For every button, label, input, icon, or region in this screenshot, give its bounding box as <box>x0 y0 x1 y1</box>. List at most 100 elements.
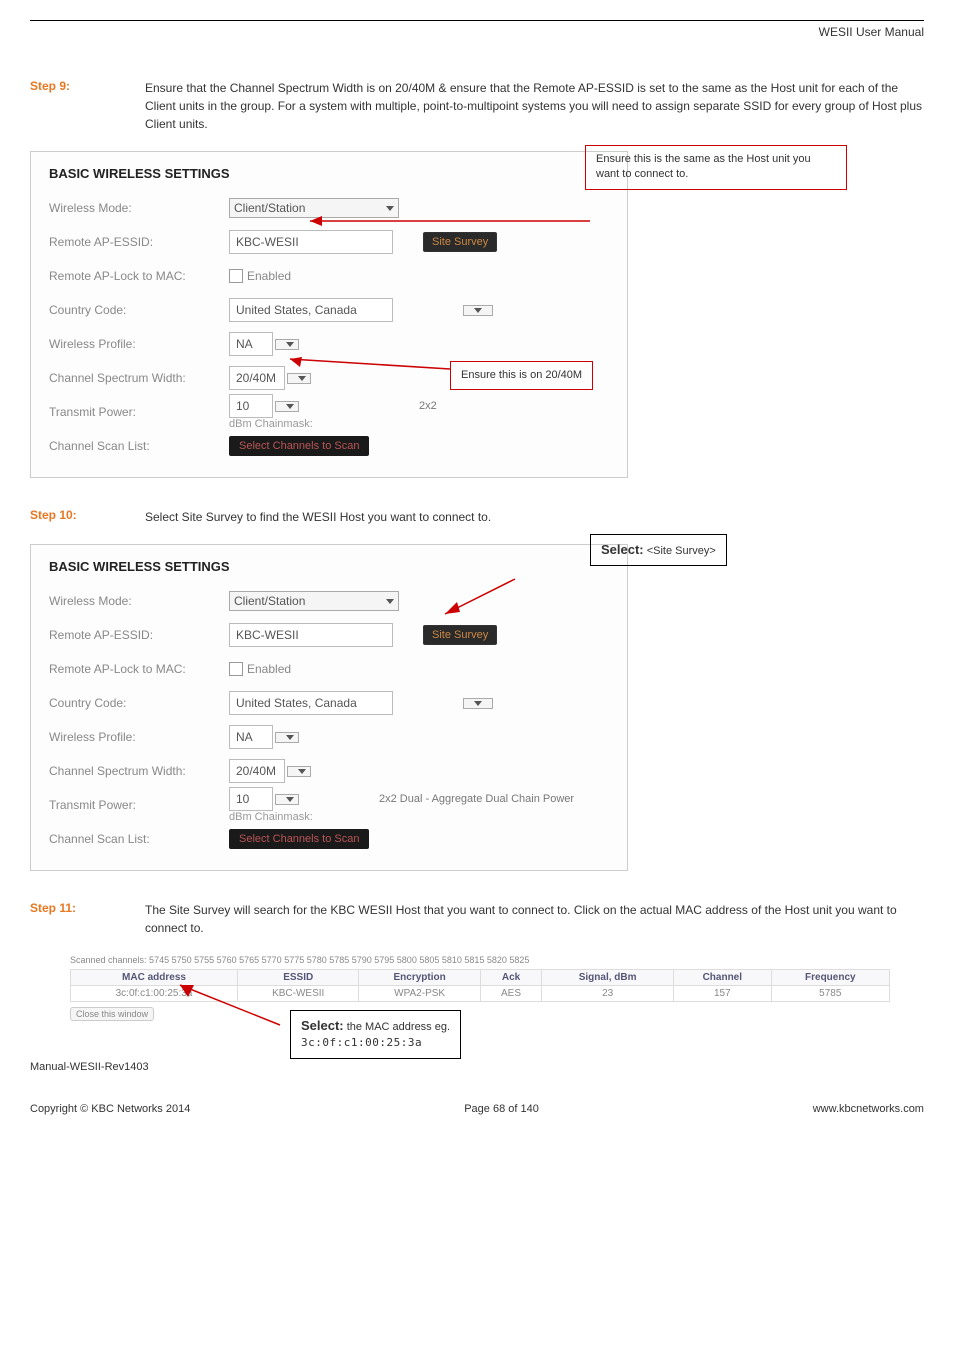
panel-title: BASIC WIRELESS SETTINGS <box>49 559 609 574</box>
page-header: WESII User Manual <box>30 25 924 39</box>
country-select[interactable] <box>463 698 493 709</box>
step-label: Step 11: <box>30 901 145 937</box>
th-signal: Signal, dBm <box>542 970 674 986</box>
callout-width: Ensure this is on 20/40M <box>450 361 593 390</box>
width-select[interactable] <box>287 766 311 777</box>
power-select[interactable] <box>275 401 299 412</box>
settings-panel-2: BASIC WIRELESS SETTINGS Wireless Mode: C… <box>30 544 628 871</box>
th-channel: Channel <box>674 970 772 986</box>
survey-table: MAC address ESSID Encryption Ack Signal,… <box>70 969 890 1002</box>
cell-signal: 23 <box>542 986 674 1002</box>
step-text: Select Site Survey to find the WESII Hos… <box>145 508 491 526</box>
profile-input[interactable]: NA <box>229 332 273 356</box>
panel-2-wrap: BASIC WIRELESS SETTINGS Wireless Mode: C… <box>30 544 924 871</box>
panel-title: BASIC WIRELESS SETTINGS <box>49 166 609 181</box>
country-input[interactable]: United States, Canada <box>229 691 393 715</box>
th-essid: ESSID <box>238 970 359 986</box>
label-ap-lock: Remote AP-Lock to MAC: <box>49 662 229 676</box>
power-input[interactable]: 10 <box>229 787 273 811</box>
settings-panel-1: BASIC WIRELESS SETTINGS Wireless Mode: C… <box>30 151 628 478</box>
th-ack: Ack <box>480 970 541 986</box>
cell-freq: 5785 <box>771 986 889 1002</box>
step-label: Step 9: <box>30 79 145 133</box>
power-input[interactable]: 10 <box>229 394 273 418</box>
label-country: Country Code: <box>49 303 229 317</box>
chevron-down-icon <box>298 769 306 774</box>
label-remote-essid: Remote AP-ESSID: <box>49 628 229 642</box>
label-wireless-mode: Wireless Mode: <box>49 201 229 215</box>
label-scan: Channel Scan List: <box>49 832 229 846</box>
label-scan: Channel Scan List: <box>49 439 229 453</box>
cell-mac: 3c:0f:c1:00:25:3a <box>71 986 238 1002</box>
chain-partial: 2x2 <box>419 400 437 412</box>
chevron-down-icon <box>286 342 294 347</box>
close-window-button[interactable]: Close this window <box>70 1007 154 1021</box>
essid-input[interactable]: KBC-WESII <box>229 623 393 647</box>
footer-center: Page 68 of 140 <box>464 1103 539 1115</box>
width-input[interactable]: 20/40M <box>229 366 285 390</box>
enabled-label: Enabled <box>247 662 291 676</box>
chevron-down-icon <box>474 308 482 313</box>
label-ap-lock: Remote AP-Lock to MAC: <box>49 269 229 283</box>
label-profile: Wireless Profile: <box>49 337 229 351</box>
chevron-down-icon <box>286 735 294 740</box>
step-10: Step 10: Select Site Survey to find the … <box>30 508 924 526</box>
step-9: Step 9: Ensure that the Channel Spectrum… <box>30 79 924 133</box>
scanned-channels: Scanned channels: 5745 5750 5755 5760 57… <box>70 955 924 965</box>
table-header-row: MAC address ESSID Encryption Ack Signal,… <box>71 970 890 986</box>
dbm-label: dBm Chainmask: <box>229 418 437 430</box>
country-select[interactable] <box>463 305 493 316</box>
width-select[interactable] <box>287 373 311 384</box>
label-power: Transmit Power: <box>49 798 229 812</box>
chevron-down-icon <box>286 404 294 409</box>
th-enc: Encryption <box>359 970 480 986</box>
cell-ack: AES <box>480 986 541 1002</box>
power-select[interactable] <box>275 794 299 805</box>
label-spectrum: Channel Spectrum Width: <box>49 371 229 385</box>
cell-channel: 157 <box>674 986 772 1002</box>
profile-select[interactable] <box>275 339 299 350</box>
enabled-checkbox[interactable] <box>229 662 243 676</box>
width-input[interactable]: 20/40M <box>229 759 285 783</box>
label-profile: Wireless Profile: <box>49 730 229 744</box>
chain-text: 2x2 Dual - Aggregate Dual Chain Power <box>379 793 574 805</box>
profile-select[interactable] <box>275 732 299 743</box>
survey-block: Scanned channels: 5745 5750 5755 5760 57… <box>70 955 924 1021</box>
table-row[interactable]: 3c:0f:c1:00:25:3a KBC-WESII WPA2-PSK AES… <box>71 986 890 1002</box>
label-wireless-mode: Wireless Mode: <box>49 594 229 608</box>
site-survey-button[interactable]: Site Survey <box>423 625 497 645</box>
th-mac: MAC address <box>71 970 238 986</box>
cell-enc: WPA2-PSK <box>359 986 480 1002</box>
callout-mac: Select: the MAC address eg. 3c:0f:c1:00:… <box>290 1010 461 1059</box>
scan-channels-button[interactable]: Select Channels to Scan <box>229 436 369 456</box>
essid-input[interactable]: KBC-WESII <box>229 230 393 254</box>
cell-essid: KBC-WESII <box>238 986 359 1002</box>
chevron-down-icon <box>298 376 306 381</box>
step-text: Ensure that the Channel Spectrum Width i… <box>145 79 924 133</box>
callout-select-survey: Select: <Site Survey> <box>590 534 727 566</box>
chevron-down-icon <box>386 206 394 211</box>
country-input[interactable]: United States, Canada <box>229 298 393 322</box>
panel-1-wrap: BASIC WIRELESS SETTINGS Wireless Mode: C… <box>30 151 924 478</box>
label-remote-essid: Remote AP-ESSID: <box>49 235 229 249</box>
callout-essid: Ensure this is the same as the Host unit… <box>585 145 847 190</box>
th-freq: Frequency <box>771 970 889 986</box>
site-survey-button[interactable]: Site Survey <box>423 232 497 252</box>
step-11: Step 11: The Site Survey will search for… <box>30 901 924 937</box>
chevron-down-icon <box>286 797 294 802</box>
page-footer: Copyright © KBC Networks 2014 Page 68 of… <box>30 1103 924 1115</box>
label-spectrum: Channel Spectrum Width: <box>49 764 229 778</box>
profile-input[interactable]: NA <box>229 725 273 749</box>
enabled-label: Enabled <box>247 269 291 283</box>
scan-channels-button[interactable]: Select Channels to Scan <box>229 829 369 849</box>
wireless-mode-select[interactable]: Client/Station <box>229 198 399 218</box>
label-power: Transmit Power: <box>49 405 229 419</box>
step-label: Step 10: <box>30 508 145 526</box>
footer-left-2: Copyright © KBC Networks 2014 <box>30 1103 190 1115</box>
enabled-checkbox[interactable] <box>229 269 243 283</box>
dbm-label: dBm Chainmask: <box>229 811 574 823</box>
footer-right: www.kbcnetworks.com <box>813 1103 924 1115</box>
step-text: The Site Survey will search for the KBC … <box>145 901 924 937</box>
wireless-mode-select[interactable]: Client/Station <box>229 591 399 611</box>
label-country: Country Code: <box>49 696 229 710</box>
